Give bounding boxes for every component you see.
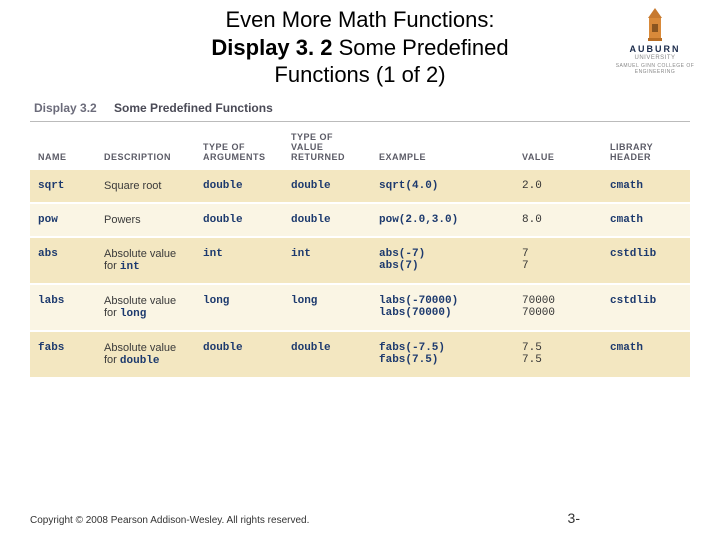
cell-name: pow [30,203,96,237]
table-row: labs Absolute value for long long long l… [30,284,690,331]
logo-name: AUBURN [610,44,700,54]
cell-ex: abs(-7) abs(7) [371,237,514,284]
cell-ex: sqrt(4.0) [371,170,514,203]
cell-desc: Powers [96,203,195,237]
cell-arg: int [195,237,283,284]
table-header-row: NAME DESCRIPTION TYPE OF ARGUMENTS TYPE … [30,122,690,170]
slide-footer: Copyright © 2008 Pearson Addison-Wesley.… [30,510,690,526]
cell-ret: long [283,284,371,331]
table-row: fabs Absolute value for double double do… [30,331,690,378]
caption-label: Display 3.2 [34,101,97,115]
cell-val: 7.5 7.5 [514,331,602,378]
cell-arg: double [195,203,283,237]
page-number: 3- [568,510,690,526]
cell-val: 8.0 [514,203,602,237]
table-body: sqrt Square root double double sqrt(4.0)… [30,170,690,378]
cell-arg: double [195,331,283,378]
cell-desc-text: Absolute value for [104,248,176,272]
logo-university: UNIVERSITY [610,55,700,61]
cell-val: 2.0 [514,170,602,203]
cell-ret: double [283,331,371,378]
caption-title: Some Predefined Functions [114,101,273,115]
tower-icon [639,6,671,42]
logo-college: SAMUEL GINN COLLEGE OF ENGINEERING [610,63,700,75]
cell-val: 70000 70000 [514,284,602,331]
cell-desc: Absolute value for double [96,331,195,378]
cell-ex: pow(2.0,3.0) [371,203,514,237]
cell-ret: double [283,203,371,237]
cell-lib: cmath [602,170,690,203]
table-row: pow Powers double double pow(2.0,3.0) 8.… [30,203,690,237]
th-example: EXAMPLE [371,122,514,170]
cell-arg: double [195,170,283,203]
cell-ex: fabs(-7.5) fabs(7.5) [371,331,514,378]
functions-table: NAME DESCRIPTION TYPE OF ARGUMENTS TYPE … [30,122,690,379]
cell-arg: long [195,284,283,331]
cell-desc-kw: int [120,261,140,273]
th-return-type: TYPE OF VALUE RETURNED [283,122,371,170]
slide-title: Even More Math Functions: Display 3. 2 S… [96,6,624,89]
title-line-2: Display 3. 2 Some Predefined [96,34,624,62]
cell-desc: Absolute value for int [96,237,195,284]
table-caption: Display 3.2 Some Predefined Functions [30,97,690,122]
copyright-text: Copyright © 2008 Pearson Addison-Wesley.… [30,515,309,526]
title-line-2-rest: Some Predefined [332,35,508,60]
functions-table-wrap: Display 3.2 Some Predefined Functions NA… [30,97,690,379]
cell-lib: cstdlib [602,237,690,284]
cell-val: 7 7 [514,237,602,284]
th-library: LIBRARY HEADER [602,122,690,170]
slide: AUBURN UNIVERSITY SAMUEL GINN COLLEGE OF… [0,0,720,540]
title-line-1: Even More Math Functions: [96,6,624,34]
title-line-3: Functions (1 of 2) [96,61,624,89]
cell-desc-kw: double [120,355,160,367]
th-value: VALUE [514,122,602,170]
cell-lib: cmath [602,203,690,237]
cell-ret: double [283,170,371,203]
cell-desc-kw: long [120,308,146,320]
th-name: NAME [30,122,96,170]
cell-desc: Square root [96,170,195,203]
auburn-logo: AUBURN UNIVERSITY SAMUEL GINN COLLEGE OF… [610,6,700,75]
cell-lib: cstdlib [602,284,690,331]
th-description: DESCRIPTION [96,122,195,170]
cell-ex: labs(-70000) labs(70000) [371,284,514,331]
cell-ret: int [283,237,371,284]
title-display-label: Display 3. 2 [211,35,332,60]
table-row: sqrt Square root double double sqrt(4.0)… [30,170,690,203]
cell-lib: cmath [602,331,690,378]
cell-desc: Absolute value for long [96,284,195,331]
th-arg-type: TYPE OF ARGUMENTS [195,122,283,170]
cell-name: labs [30,284,96,331]
cell-name: abs [30,237,96,284]
cell-name: fabs [30,331,96,378]
table-row: abs Absolute value for int int int abs(-… [30,237,690,284]
cell-name: sqrt [30,170,96,203]
